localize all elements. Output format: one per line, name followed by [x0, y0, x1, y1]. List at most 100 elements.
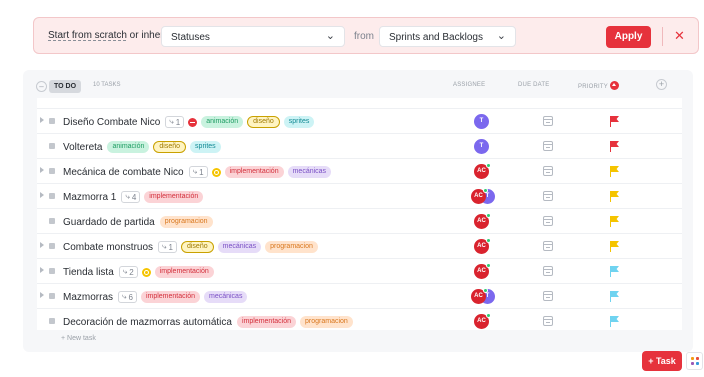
table-row[interactable]: Diseño Combate Nico ⤷ 1 animación diseño spri…: [37, 109, 682, 134]
column-header-priority[interactable]: PRIORITY: [578, 81, 619, 91]
tag[interactable]: mecánicas: [203, 291, 248, 303]
priority-flag-icon[interactable]: [610, 116, 620, 128]
avatar[interactable]: AC: [474, 263, 491, 279]
calendar-icon[interactable]: [543, 191, 553, 201]
priority-flag-icon[interactable]: [610, 191, 620, 203]
avatar[interactable]: AC: [474, 238, 491, 254]
task-name[interactable]: Mazmorra 1: [63, 192, 116, 203]
tag[interactable]: sprites: [283, 116, 315, 128]
tag[interactable]: mecánicas: [217, 241, 262, 253]
task-status-square[interactable]: [49, 243, 55, 249]
calendar-icon[interactable]: [543, 216, 553, 226]
table-row[interactable]: Guardado de partida programacion AC: [37, 209, 682, 234]
task-name[interactable]: Guardado de partida: [63, 217, 155, 228]
task-name[interactable]: Diseño Combate Nico: [63, 117, 160, 128]
tag[interactable]: implementación: [144, 191, 204, 203]
add-column-icon[interactable]: +: [656, 79, 667, 90]
sort-ascending-icon[interactable]: [609, 81, 619, 90]
task-name[interactable]: Mazmorras: [63, 292, 113, 303]
task-status-square[interactable]: [49, 318, 55, 324]
start-from-scratch-link[interactable]: Start from scratch: [48, 30, 127, 41]
tag[interactable]: programacion: [265, 241, 318, 253]
task-name-cell[interactable]: Mazmorras ⤷ 6 implementación mecánicas: [63, 290, 248, 304]
subtask-count-badge[interactable]: ⤷ 1: [158, 241, 177, 253]
subtask-count-badge[interactable]: ⤷ 2: [118, 266, 138, 278]
status-group-label[interactable]: TO DO: [49, 80, 82, 93]
task-name-cell[interactable]: Tienda lista ⤷ 2 implementación: [63, 265, 214, 279]
tag[interactable]: programacion: [159, 216, 213, 228]
priority-flag-icon[interactable]: [610, 166, 620, 178]
priority-flag-icon[interactable]: [610, 316, 620, 328]
table-row[interactable]: Voltereta animación diseño sprites T: [37, 134, 682, 159]
calendar-icon[interactable]: [543, 166, 553, 176]
in-progress-icon[interactable]: [141, 267, 151, 277]
task-name-cell[interactable]: Mazmorra 1 ⤷ 4 implementación: [63, 190, 204, 204]
calendar-icon[interactable]: [543, 141, 553, 151]
table-row[interactable]: Mazmorras ⤷ 6 implementación mecánicas AC T: [37, 284, 682, 309]
task-status-square[interactable]: [49, 293, 55, 299]
expand-subtasks-icon[interactable]: [40, 167, 44, 173]
task-name-cell[interactable]: Combate monstruos ⤷ 1 diseño mecánicas progra…: [63, 240, 318, 254]
inherit-source-select[interactable]: Sprints and Backlogs ⌄: [379, 26, 516, 47]
expand-subtasks-icon[interactable]: [40, 292, 44, 298]
subtask-count-badge[interactable]: ⤷ 4: [121, 191, 141, 203]
table-row[interactable]: Decoración de mazmorras automática implem…: [37, 309, 682, 330]
collapse-group-icon[interactable]: –: [36, 81, 47, 92]
expand-subtasks-icon[interactable]: [40, 242, 44, 248]
avatar[interactable]: AC: [471, 188, 488, 204]
expand-subtasks-icon[interactable]: [40, 192, 44, 198]
task-name[interactable]: Combate monstruos: [63, 242, 153, 253]
avatar[interactable]: AC: [474, 313, 491, 329]
task-name-cell[interactable]: Decoración de mazmorras automática implem…: [63, 315, 353, 329]
task-name-cell[interactable]: Mecánica de combate Nico ⤷ 1 implementación…: [63, 165, 332, 179]
avatar[interactable]: AC: [474, 213, 491, 229]
column-header-assignee[interactable]: ASSIGNEE: [453, 82, 485, 88]
apply-button[interactable]: Apply: [606, 26, 651, 48]
task-name[interactable]: Voltereta: [63, 142, 102, 153]
tag[interactable]: sprites: [190, 141, 221, 153]
tag[interactable]: animación: [201, 116, 244, 128]
calendar-icon[interactable]: [543, 116, 553, 126]
tag[interactable]: implementación: [154, 266, 214, 278]
subtask-count-badge[interactable]: ⤷ 1: [188, 166, 208, 178]
tag[interactable]: diseño: [180, 241, 214, 253]
tag[interactable]: implementación: [224, 166, 284, 178]
avatar[interactable]: T: [474, 114, 489, 129]
table-row[interactable]: Combate monstruos ⤷ 1 diseño mecánicas progra…: [37, 234, 682, 259]
calendar-icon[interactable]: [543, 241, 553, 251]
avatar[interactable]: T: [474, 139, 489, 154]
in-progress-icon[interactable]: [211, 167, 221, 177]
priority-flag-icon[interactable]: [610, 141, 620, 153]
column-header-due-date[interactable]: DUE DATE: [518, 82, 550, 88]
subtask-count-badge[interactable]: ⤷ 1: [165, 116, 185, 128]
tag[interactable]: diseño: [153, 141, 187, 153]
tag[interactable]: animación: [107, 141, 150, 153]
table-row[interactable]: Tienda lista ⤷ 2 implementación AC: [37, 259, 682, 284]
task-name-cell[interactable]: Diseño Combate Nico ⤷ 1 animación diseño spri…: [63, 115, 315, 129]
tag[interactable]: diseño: [247, 116, 280, 128]
priority-flag-icon[interactable]: [610, 266, 620, 278]
priority-flag-icon[interactable]: [610, 216, 620, 228]
table-row[interactable]: Mecánica de combate Nico ⤷ 1 implementación…: [37, 159, 682, 184]
tag[interactable]: mecánicas: [287, 166, 332, 178]
calendar-icon[interactable]: [543, 266, 553, 276]
task-name[interactable]: Mecánica de combate Nico: [63, 167, 184, 178]
task-status-square[interactable]: [49, 218, 55, 224]
tag[interactable]: implementación: [140, 291, 200, 303]
task-name[interactable]: Tienda lista: [63, 267, 114, 278]
apps-grid-icon[interactable]: [686, 352, 703, 370]
calendar-icon[interactable]: [543, 291, 553, 301]
tag[interactable]: programacion: [300, 316, 353, 328]
avatar[interactable]: AC: [471, 288, 488, 304]
subtask-count-badge[interactable]: ⤷ 6: [118, 291, 137, 303]
avatar[interactable]: AC: [474, 163, 491, 179]
table-row[interactable]: [37, 98, 682, 109]
task-status-square[interactable]: [49, 268, 55, 274]
close-icon[interactable]: ✕: [674, 28, 685, 44]
task-name[interactable]: Decoración de mazmorras automática: [63, 317, 232, 328]
task-name-cell[interactable]: Voltereta animación diseño sprites: [63, 140, 221, 154]
table-row[interactable]: Mazmorra 1 ⤷ 4 implementación AC T: [37, 184, 682, 209]
expand-subtasks-icon[interactable]: [40, 117, 44, 123]
tag[interactable]: implementación: [236, 316, 296, 328]
task-status-square[interactable]: [49, 118, 55, 124]
